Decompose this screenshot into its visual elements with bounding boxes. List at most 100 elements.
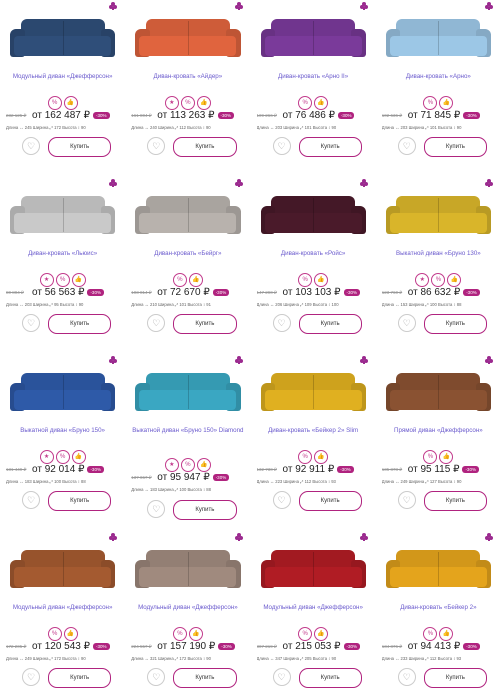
product-title[interactable]: Выкатной диван «Бруно 150» xyxy=(4,427,121,434)
product-image[interactable] xyxy=(135,191,241,243)
product-image[interactable] xyxy=(10,14,116,66)
product-title[interactable]: Прямой диван «Джефферсон» xyxy=(380,427,497,434)
product-title[interactable]: Диван-кровать «Арно II» xyxy=(255,73,372,80)
product-card[interactable]: Модульный диван «Джефферсон»% 👍 172 205 ₽ о… xyxy=(0,531,125,700)
buy-button[interactable]: Купить xyxy=(173,500,237,520)
product-title[interactable]: Диван-кровать «Бейрг» xyxy=(129,250,246,257)
product-card[interactable]: Выкатной диван «Бруно 150» ★% 👍 131 449 ₽ от… xyxy=(0,354,125,531)
favorite-heart-icon[interactable]: ♡ xyxy=(272,314,291,332)
product-image[interactable] xyxy=(260,545,366,597)
product-title[interactable]: Выкатной диван «Бруно 150» Diamond xyxy=(129,427,246,436)
product-card[interactable]: Диван-кровать «Бейрг»% 👍 103 814 ₽ от 72 67… xyxy=(125,177,250,354)
product-image[interactable] xyxy=(135,545,241,597)
favorite-heart-icon[interactable]: ♡ xyxy=(272,137,291,155)
product-image[interactable] xyxy=(260,14,366,66)
buy-button[interactable]: Купить xyxy=(298,491,362,511)
product-title[interactable]: Модульный диван «Джефферсон» xyxy=(4,73,121,80)
product-image[interactable] xyxy=(10,545,116,597)
favorite-heart-icon[interactable]: ♡ xyxy=(22,314,40,332)
favorite-heart-icon[interactable]: ♡ xyxy=(272,668,291,686)
buy-button[interactable]: Купить xyxy=(423,491,487,511)
favorite-heart-icon[interactable]: ♡ xyxy=(397,137,416,155)
product-image[interactable] xyxy=(260,191,366,243)
product-card[interactable]: Диван-кровать «Льюис» ★% 👍 80 804 ₽ от 56 56… xyxy=(0,177,125,354)
product-image[interactable] xyxy=(135,368,241,420)
buy-button[interactable]: Купить xyxy=(423,314,487,334)
percent-badge-icon: % xyxy=(431,273,446,287)
product-card[interactable]: Диван-кровать «Арно II»% 👍 109 266 ₽ от 76 … xyxy=(251,0,376,177)
product-card[interactable]: Модульный диван «Джефферсон»% 👍 224 557 ₽ о… xyxy=(125,531,250,700)
product-card[interactable]: Модульный диван «Джефферсон»% 👍 307 219 ₽ о… xyxy=(251,531,376,700)
price-row: 109 266 ₽ от 76 486 ₽ -30% xyxy=(257,110,372,122)
sofa-illustration xyxy=(260,545,366,597)
product-card[interactable]: Прямой диван «Джефферсон»% 👍 135 878 ₽ от 9… xyxy=(376,354,501,531)
product-title[interactable]: Диван-кровать «Бейкер 2» xyxy=(380,604,497,611)
old-price: 123 760 ₽ xyxy=(381,289,403,295)
favorite-heart-icon[interactable]: ♡ xyxy=(272,491,291,509)
buy-button[interactable]: Купить xyxy=(423,668,487,688)
product-image[interactable] xyxy=(385,368,491,420)
buy-button[interactable]: Купить xyxy=(48,314,112,334)
product-image[interactable] xyxy=(385,14,491,66)
card-actions: ♡ Купить xyxy=(397,668,487,688)
favorite-heart-icon[interactable]: ♡ xyxy=(397,314,416,332)
buy-button[interactable]: Купить xyxy=(298,314,362,334)
star-badge-icon: ★ xyxy=(39,273,54,287)
product-image[interactable] xyxy=(385,191,491,243)
product-title[interactable]: Диван-кровать «Ройс» xyxy=(255,250,372,257)
product-title[interactable]: Модульный диван «Джефферсон» xyxy=(255,604,372,611)
card-actions: ♡ Купить xyxy=(272,314,362,334)
product-title[interactable]: Диван-кровать «Айдер» xyxy=(129,73,246,80)
buy-button[interactable]: Купить xyxy=(298,137,362,157)
favorite-heart-icon[interactable]: ♡ xyxy=(147,314,166,332)
product-card[interactable]: Диван-кровать «Бейкер 2» Slim% 👍 132 730 ₽… xyxy=(251,354,376,531)
card-actions: ♡ Купить xyxy=(397,314,487,334)
product-title[interactable]: Выкатной диван «Бруно 130» xyxy=(380,250,497,257)
product-image[interactable] xyxy=(10,368,116,420)
product-dimensions: Длина ↔ 183 Ширина ⤢ 100 Высота ↕ 88 xyxy=(131,487,211,492)
old-price: 172 205 ₽ xyxy=(6,643,27,649)
product-card[interactable]: Диван-кровать «Ройс»% 👍 147 290 ₽ от 103 10… xyxy=(251,177,376,354)
product-title[interactable]: Модульный диван «Джефферсон» xyxy=(129,604,246,611)
buy-button[interactable]: Купить xyxy=(48,668,112,688)
favorite-heart-icon[interactable]: ♡ xyxy=(147,137,166,155)
product-title[interactable]: Диван-кровать «Арно» xyxy=(380,73,497,80)
product-card[interactable]: Диван-кровать «Бейкер 2»% 👍 134 876 ₽ от 94… xyxy=(376,531,501,700)
product-image[interactable] xyxy=(260,368,366,420)
favorite-heart-icon[interactable]: ♡ xyxy=(147,500,166,518)
favorite-heart-icon[interactable]: ♡ xyxy=(147,668,166,686)
favorite-heart-icon[interactable]: ♡ xyxy=(22,668,40,686)
buy-button[interactable]: Купить xyxy=(423,137,487,157)
product-card[interactable]: Выкатной диван «Бруно 150» Diamond ★% 👍 137… xyxy=(125,354,250,531)
buy-button[interactable]: Купить xyxy=(173,137,237,157)
buy-button[interactable]: Купить xyxy=(48,491,112,511)
product-image[interactable] xyxy=(385,545,491,597)
old-price: 137 067 ₽ xyxy=(131,474,152,480)
card-actions: ♡ Купить xyxy=(147,668,237,688)
brand-clover-icon xyxy=(359,533,368,541)
product-dimensions: Длина ↔ 249 Ширина ⤢ 127 Высота ↕ 90 xyxy=(381,479,462,484)
product-card[interactable]: Выкатной диван «Бруно 130» ★% 👍 123 760 ₽ от… xyxy=(376,177,501,354)
thumbs-up-badge-icon: 👍 xyxy=(188,273,203,287)
percent-badge-icon: % xyxy=(47,627,62,641)
promo-badges: % 👍 xyxy=(376,445,501,464)
product-card[interactable]: Диван-кровать «Арно»% 👍 102 636 ₽ от 71 845… xyxy=(376,0,501,177)
product-dimensions: Длина ↔ 249 Ширина ⤢ 172 Высота ↕ 90 xyxy=(6,656,86,661)
favorite-heart-icon[interactable]: ♡ xyxy=(397,668,416,686)
percent-badge-icon: % xyxy=(172,273,187,287)
product-title[interactable]: Диван-кровать «Льюис» xyxy=(4,250,121,257)
product-title[interactable]: Диван-кровать «Бейкер 2» Slim xyxy=(255,427,372,434)
product-title[interactable]: Модульный диван «Джефферсон» xyxy=(4,604,121,611)
product-image[interactable] xyxy=(10,191,116,243)
product-card[interactable]: Диван-кровать «Айдер» ★% 👍 161 804 ₽ от 113 … xyxy=(125,0,250,177)
buy-button[interactable]: Купить xyxy=(48,137,112,157)
favorite-heart-icon[interactable]: ♡ xyxy=(397,491,416,509)
buy-button[interactable]: Купить xyxy=(298,668,362,688)
buy-button[interactable]: Купить xyxy=(173,668,237,688)
favorite-heart-icon[interactable]: ♡ xyxy=(22,491,40,509)
product-card[interactable]: Модульный диван «Джефферсон»% 👍 232 125 ₽ о… xyxy=(0,0,125,177)
current-price: от 56 563 ₽ xyxy=(32,287,85,298)
favorite-heart-icon[interactable]: ♡ xyxy=(22,137,40,155)
buy-button[interactable]: Купить xyxy=(173,314,237,334)
product-image[interactable] xyxy=(135,14,241,66)
